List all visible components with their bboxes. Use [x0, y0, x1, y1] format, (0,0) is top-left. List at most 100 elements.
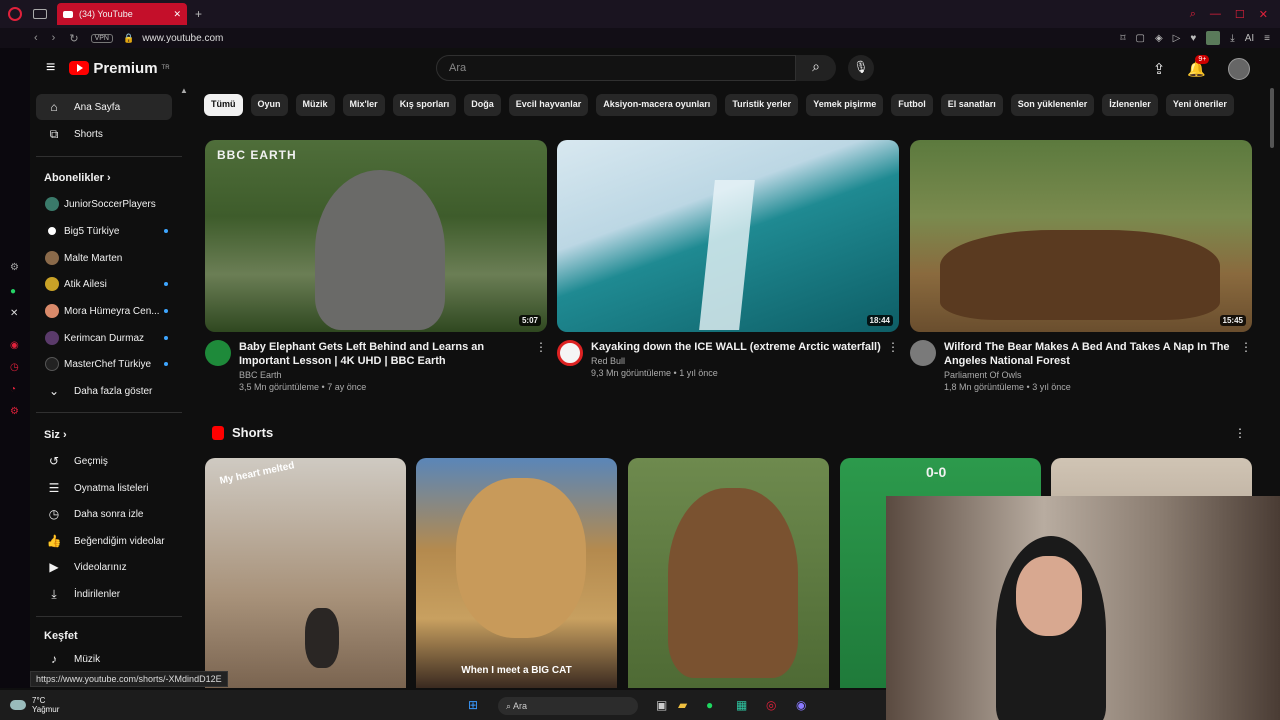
whatsapp-icon[interactable]: ●	[10, 286, 16, 297]
taskbar-search[interactable]: ⌕ Ara	[498, 697, 638, 715]
show-more-button[interactable]: ⌄ Daha fazla göster	[36, 378, 172, 404]
sidebar-channel[interactable]: Mora Hümeyra Cen...	[36, 298, 172, 324]
sidebar-item-liked[interactable]: 👍 Beğendiğim videolar	[36, 528, 172, 554]
search-button[interactable]: ⌕	[796, 55, 836, 81]
player-icon[interactable]: ◉	[10, 340, 19, 351]
forward-icon[interactable]: ›	[52, 32, 56, 45]
video-thumbnail[interactable]: 18:44	[557, 140, 899, 332]
chip[interactable]: Oyun	[250, 94, 288, 116]
notifications-button[interactable]: 🔔 9+	[1187, 55, 1210, 78]
voice-search-button[interactable]: 🎙	[848, 55, 874, 81]
chip-all[interactable]: Tümü	[204, 94, 243, 116]
url-field[interactable]: www.youtube.com	[142, 33, 223, 44]
video-thumbnail[interactable]: 15:45	[910, 140, 1252, 332]
subscriptions-header[interactable]: Abonelikler ›	[44, 172, 111, 184]
channel-name[interactable]: Parliament Of Owls	[944, 370, 1234, 380]
short-card[interactable]: When I meet a BIG CAT	[416, 458, 617, 688]
task-view-icon[interactable]: ▣	[656, 698, 667, 712]
sidebar-item-watch-later[interactable]: ◷ Daha sonra izle	[36, 501, 172, 527]
file-explorer-icon[interactable]: ▰	[678, 698, 687, 712]
menu-icon[interactable]: ≡	[1264, 33, 1270, 44]
sidebar-settings-icon[interactable]: ⚙	[10, 406, 19, 417]
chip[interactable]: Son yüklenenler	[1010, 94, 1095, 116]
lock-icon[interactable]: 🔒	[123, 33, 134, 44]
chip[interactable]: İzlenenler	[1102, 94, 1158, 116]
profile-icon[interactable]	[1206, 31, 1221, 45]
avatar[interactable]	[1228, 58, 1250, 80]
video-title[interactable]: Wilford The Bear Makes A Bed And Takes A…	[944, 340, 1234, 368]
channel-name[interactable]: BBC Earth	[239, 370, 529, 380]
channel-avatar[interactable]	[910, 340, 936, 366]
sidebar-channel[interactable]: Atik Ailesi	[36, 271, 172, 297]
video-card[interactable]: 15:45 Wilford The Bear Makes A Bed And T…	[910, 140, 1252, 392]
sidebar-channel[interactable]: Kerimcan Durmaz	[36, 325, 172, 351]
workspaces-icon[interactable]	[33, 9, 47, 19]
heart-icon[interactable]: ♥	[1190, 33, 1196, 44]
ai-button[interactable]: AI	[1245, 33, 1254, 44]
sidebar-item-playlists[interactable]: ☰ Oynatma listeleri	[36, 475, 172, 501]
chip[interactable]: Turistik yerler	[725, 94, 799, 116]
hamburger-menu-icon[interactable]: ≡	[46, 59, 55, 77]
sidebar-channel[interactable]: Malte Marten	[36, 245, 172, 271]
close-window-icon[interactable]: ✕	[1259, 8, 1268, 21]
short-card[interactable]: My heart melted	[205, 458, 406, 688]
upload-icon[interactable]: ⇪	[1153, 60, 1166, 78]
downloads-icon[interactable]: ◔	[10, 384, 16, 395]
reload-icon[interactable]: ↻	[69, 32, 78, 45]
page-scrollbar[interactable]	[1270, 88, 1274, 148]
more-options-icon[interactable]: ⋮	[887, 340, 899, 378]
download-icon[interactable]: ⤓	[1230, 33, 1234, 44]
browser-tab-youtube[interactable]: (34) YouTube ✕	[57, 3, 187, 25]
new-tab-button[interactable]: +	[195, 7, 202, 21]
search-tabs-icon[interactable]: ⌕	[1190, 8, 1196, 21]
play-icon[interactable]: ▷	[1173, 33, 1181, 44]
video-title[interactable]: Baby Elephant Gets Left Behind and Learn…	[239, 340, 529, 368]
shield-icon[interactable]: ◈	[1155, 33, 1163, 44]
close-tab-icon[interactable]: ✕	[173, 9, 181, 20]
spotify-icon[interactable]: ●	[706, 698, 713, 712]
windows-start-icon[interactable]: ⊞	[468, 698, 478, 712]
channel-avatar[interactable]	[205, 340, 231, 366]
chip[interactable]: Müzik	[295, 94, 335, 116]
sidebar-item-music[interactable]: ♪ Müzik	[36, 646, 172, 672]
more-options-icon[interactable]: ⋮	[1240, 340, 1252, 392]
chip[interactable]: Doğa	[464, 94, 501, 116]
chip[interactable]: Yeni öneriler	[1165, 94, 1234, 116]
youtube-logo[interactable]: Premium TR	[69, 60, 170, 77]
video-card[interactable]: 18:44 Kayaking down the ICE WALL (extrem…	[557, 140, 899, 378]
sidebar-item-shorts[interactable]: ⧉ Shorts	[36, 121, 172, 147]
bookmark-icon[interactable]: ⌑	[1120, 33, 1125, 44]
app-icon[interactable]: ▦	[736, 698, 747, 712]
short-card[interactable]	[628, 458, 829, 688]
vpn-badge[interactable]: VPN	[90, 33, 113, 43]
chip[interactable]: El sanatları	[940, 94, 1003, 116]
chip[interactable]: Yemek pişirme	[806, 94, 884, 116]
back-icon[interactable]: ‹	[34, 32, 38, 45]
video-title[interactable]: Kayaking down the ICE WALL (extreme Arct…	[591, 340, 881, 354]
settings-icon[interactable]: ⚙	[10, 262, 19, 273]
search-input[interactable]: Ara	[436, 55, 796, 81]
video-thumbnail[interactable]: BBC EARTH 5:07	[205, 140, 547, 332]
sidebar-channel[interactable]: MasterChef Türkiye	[36, 351, 172, 377]
history-icon[interactable]: ◷	[10, 362, 19, 373]
sidebar-item-your-videos[interactable]: ▶ Videolarınız	[36, 554, 172, 580]
opera-logo-icon[interactable]	[8, 7, 22, 21]
chip[interactable]: Futbol	[891, 94, 933, 116]
sidebar-item-home[interactable]: ⌂ Ana Sayfa	[36, 94, 172, 120]
chip[interactable]: Evcil hayvanlar	[508, 94, 589, 116]
minimize-icon[interactable]: —	[1210, 8, 1221, 21]
you-header[interactable]: Siz ›	[44, 429, 67, 441]
weather-widget[interactable]: 7°C Yağmur	[10, 696, 59, 714]
sidebar-channel[interactable]: JuniorSoccerPlayers	[36, 191, 172, 217]
chip[interactable]: Mix'ler	[342, 94, 385, 116]
discord-icon[interactable]: ◉	[796, 698, 806, 712]
snapshot-icon[interactable]: ▢	[1135, 33, 1144, 44]
chip[interactable]: Kış sporları	[392, 94, 457, 116]
video-card[interactable]: BBC EARTH 5:07 Baby Elephant Gets Left B…	[205, 140, 547, 392]
x-icon[interactable]: ✕	[10, 308, 18, 319]
shorts-more-options-icon[interactable]: ⋮	[1234, 426, 1246, 440]
channel-avatar[interactable]	[557, 340, 583, 366]
sidebar-channel[interactable]: Big5 Türkiye	[36, 218, 172, 244]
sidebar-item-downloads[interactable]: ⤓ İndirilenler	[36, 581, 172, 607]
maximize-icon[interactable]: ☐	[1235, 8, 1245, 21]
